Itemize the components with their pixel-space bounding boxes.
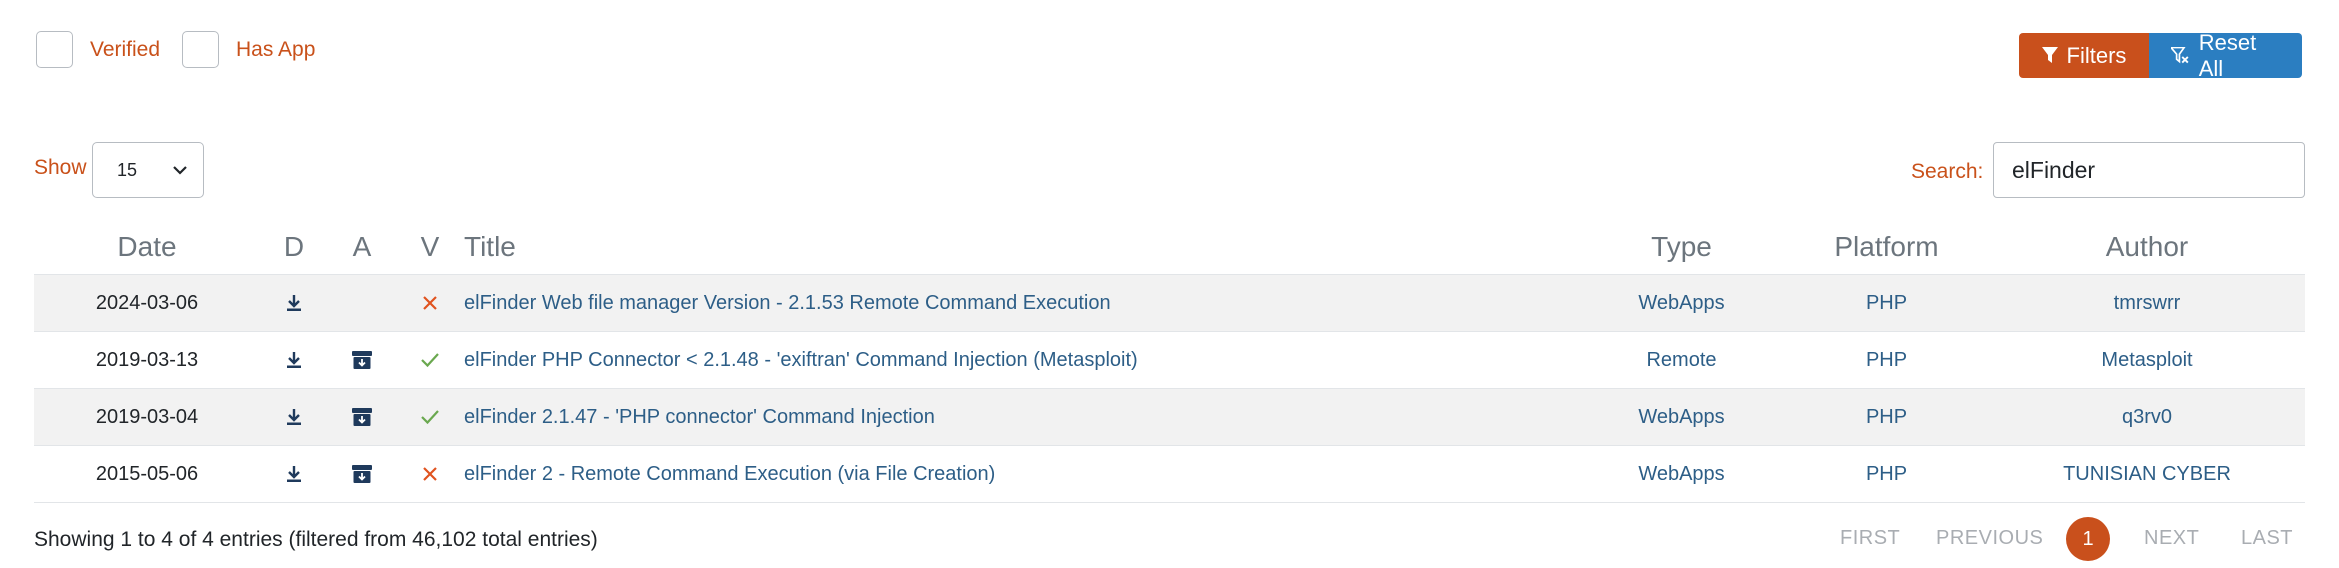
column-header-title[interactable]: Title xyxy=(464,220,1579,275)
archive-icon xyxy=(352,351,372,370)
row-type-link[interactable]: WebApps xyxy=(1638,406,1724,428)
row-verified-cell xyxy=(396,331,464,389)
pagination-last[interactable]: LAST xyxy=(2241,527,2293,550)
filters-button-label: Filters xyxy=(2066,42,2127,68)
download-icon xyxy=(287,295,301,312)
entries-per-page-value: 15 xyxy=(117,159,138,180)
row-verified-cell xyxy=(396,274,464,332)
download-icon xyxy=(287,409,301,426)
pagination-first[interactable]: FIRST xyxy=(1840,527,1900,550)
archive-icon xyxy=(352,408,372,427)
check-icon xyxy=(421,353,439,368)
row-platform-link[interactable]: PHP xyxy=(1866,292,1907,314)
row-verified-cell xyxy=(396,445,464,503)
check-icon xyxy=(421,410,439,425)
column-header-date[interactable]: Date xyxy=(34,220,260,275)
verified-checkbox[interactable] xyxy=(36,31,73,68)
row-author-link[interactable]: tmrswrr xyxy=(2114,292,2181,314)
reset-all-button[interactable]: Reset All xyxy=(2149,30,2302,81)
table-row: 2019-03-04 elFinder 2.1.47 - 'PHP connect… xyxy=(34,388,2305,446)
row-platform-link[interactable]: PHP xyxy=(1866,406,1907,428)
reset-all-button-label: Reset All xyxy=(2198,29,2257,81)
download-icon xyxy=(287,466,301,483)
table-header-row: Date D A V Title Type Platform Author xyxy=(34,220,2305,275)
x-icon xyxy=(423,467,437,481)
row-platform-link[interactable]: PHP xyxy=(1866,349,1907,371)
chevron-down-icon xyxy=(173,165,187,175)
table-row: 2024-03-06 elFinder Web file manager Vers… xyxy=(34,274,2305,332)
row-author-link[interactable]: q3rv0 xyxy=(2122,406,2172,428)
row-date: 2019-03-13 xyxy=(34,331,260,389)
row-date: 2015-05-06 xyxy=(34,445,260,503)
row-verified-cell xyxy=(396,388,464,446)
verified-label[interactable]: Verified xyxy=(90,38,160,62)
column-header-app[interactable]: A xyxy=(328,220,396,275)
entries-per-page-select[interactable]: 15 xyxy=(92,142,204,198)
pagination-current-page[interactable]: 1 xyxy=(2066,517,2110,561)
row-download-cell[interactable] xyxy=(260,274,328,332)
row-title-link[interactable]: elFinder 2.1.47 - 'PHP connector' Comman… xyxy=(464,406,935,428)
filters-button[interactable]: Filters xyxy=(2019,33,2149,78)
has-app-label[interactable]: Has App xyxy=(236,38,315,62)
row-app-cell[interactable] xyxy=(328,445,396,503)
search-input[interactable] xyxy=(1993,142,2305,198)
column-header-download[interactable]: D xyxy=(260,220,328,275)
has-app-checkbox[interactable] xyxy=(182,31,219,68)
column-header-verified[interactable]: V xyxy=(396,220,464,275)
row-title-link[interactable]: elFinder PHP Connector < 2.1.48 - 'exift… xyxy=(464,349,1138,371)
row-app-cell[interactable] xyxy=(328,331,396,389)
download-icon xyxy=(287,352,301,369)
table-row: 2015-05-06 elFinder 2 - Remote Command Ex… xyxy=(34,445,2305,503)
row-title-link[interactable]: elFinder Web file manager Version - 2.1.… xyxy=(464,292,1111,314)
table-info: Showing 1 to 4 of 4 entries (filtered fr… xyxy=(34,528,598,551)
row-author-link[interactable]: TUNISIAN CYBER xyxy=(2063,463,2231,485)
column-header-platform[interactable]: Platform xyxy=(1784,220,1989,275)
archive-icon xyxy=(352,465,372,484)
row-app-cell[interactable] xyxy=(328,388,396,446)
row-title-link[interactable]: elFinder 2 - Remote Command Execution (v… xyxy=(464,463,995,485)
search-label: Search: xyxy=(1911,160,1984,183)
column-header-type[interactable]: Type xyxy=(1579,220,1784,275)
pagination-previous[interactable]: PREVIOUS xyxy=(1936,527,2043,550)
row-author-link[interactable]: Metasploit xyxy=(2101,349,2192,371)
row-type-link[interactable]: Remote xyxy=(1646,349,1716,371)
pagination-next[interactable]: NEXT xyxy=(2144,527,2199,550)
row-date: 2024-03-06 xyxy=(34,274,260,332)
row-type-link[interactable]: WebApps xyxy=(1638,292,1724,314)
filter-button-group: Filters Reset All xyxy=(2019,30,2302,81)
has-app-filter[interactable]: Has App xyxy=(182,31,315,68)
row-app-cell xyxy=(328,274,396,332)
show-entries-label: Show xyxy=(34,156,87,179)
row-download-cell[interactable] xyxy=(260,331,328,389)
funnel-x-icon xyxy=(2171,46,2189,63)
column-header-author[interactable]: Author xyxy=(1989,220,2305,275)
funnel-icon xyxy=(2041,47,2058,63)
row-download-cell[interactable] xyxy=(260,388,328,446)
row-type-link[interactable]: WebApps xyxy=(1638,463,1724,485)
row-platform-link[interactable]: PHP xyxy=(1866,463,1907,485)
x-icon xyxy=(423,296,437,310)
results-table: Date D A V Title Type Platform Author 20… xyxy=(34,220,2305,503)
row-date: 2019-03-04 xyxy=(34,388,260,446)
pagination: FIRST PREVIOUS 1 NEXT LAST xyxy=(1830,517,2305,561)
table-row: 2019-03-13 elFinder PHP Connector < 2.1.4… xyxy=(34,331,2305,389)
row-download-cell[interactable] xyxy=(260,445,328,503)
verified-filter[interactable]: Verified xyxy=(36,31,160,68)
